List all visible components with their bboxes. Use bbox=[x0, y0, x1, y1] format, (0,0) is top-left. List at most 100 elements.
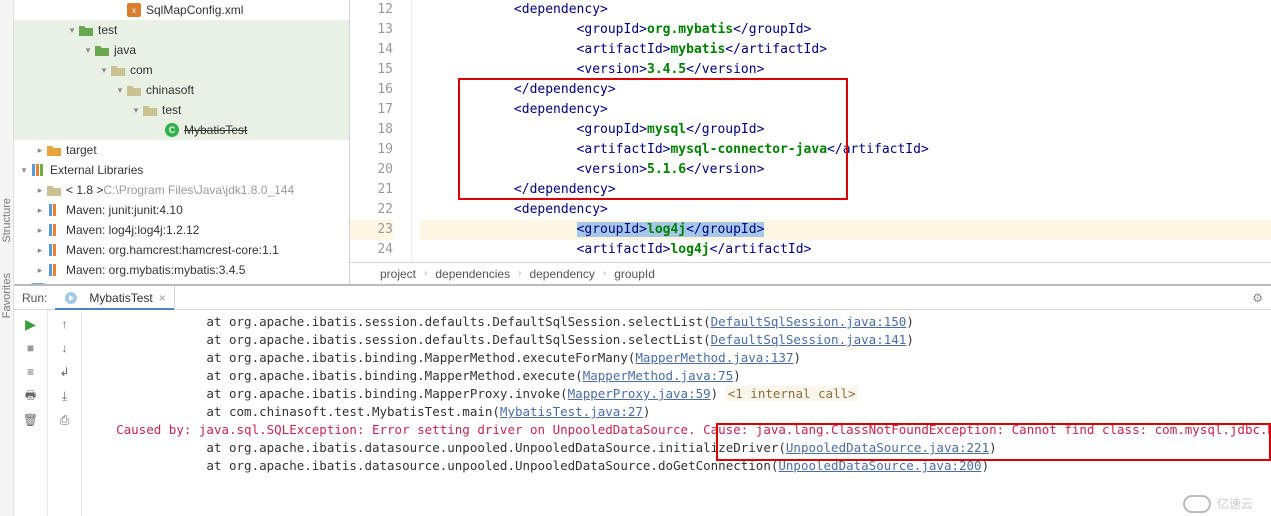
tree-label: Maven: junit:junit:4.10 bbox=[66, 203, 183, 217]
tree-label: External Libraries bbox=[50, 163, 143, 177]
code-line[interactable]: <dependency> bbox=[420, 200, 1271, 220]
folder-icon bbox=[46, 182, 62, 198]
stop-button[interactable]: ■ bbox=[21, 338, 41, 358]
tree-item[interactable]: ▸ Maven: log4j:log4j:1.2.12 bbox=[14, 220, 349, 240]
tree-item[interactable]: ▸Maven: org.mybatis:mybatis:3.4.5 bbox=[14, 260, 349, 280]
stack-link[interactable]: UnpooledDataSource.java:200 bbox=[778, 458, 981, 473]
watermark: 亿速云 bbox=[1183, 495, 1253, 513]
breadcrumb-item[interactable]: groupId bbox=[614, 267, 655, 281]
svg-text:x: x bbox=[132, 6, 136, 15]
expand-arrow-icon[interactable]: ▾ bbox=[130, 105, 142, 116]
chevron-right-icon: › bbox=[424, 268, 427, 279]
expand-arrow-icon[interactable]: ▾ bbox=[18, 165, 30, 176]
run-tab[interactable]: MybatisTest × bbox=[55, 286, 174, 309]
console-line: at org.apache.ibatis.datasource.unpooled… bbox=[86, 457, 1267, 475]
scroll-icon[interactable]: ⤓ bbox=[55, 386, 75, 406]
stack-link[interactable]: MybatisTest.java:27 bbox=[500, 404, 643, 419]
code-line[interactable]: <version>1.2.12</version> bbox=[420, 260, 1271, 262]
tree-label: Maven: log4j:log4j:1.2.12 bbox=[66, 223, 199, 237]
tree-item[interactable]: ▾ java bbox=[14, 40, 349, 60]
tree-item[interactable]: ▾ com bbox=[14, 60, 349, 80]
stack-link[interactable]: MapperMethod.java:137 bbox=[635, 350, 793, 365]
close-icon[interactable]: × bbox=[159, 291, 166, 305]
expand-arrow-icon[interactable]: ▸ bbox=[34, 205, 46, 216]
code-line[interactable]: </dependency> bbox=[420, 80, 1271, 100]
console-line: at com.chinasoft.test.MybatisTest.main(M… bbox=[86, 403, 1267, 421]
lib-icon bbox=[46, 242, 62, 258]
code-line[interactable]: <version>5.1.6</version> bbox=[420, 160, 1271, 180]
project-tree[interactable]: xSqlMapConfig.xml▾test▾java▾com▾chinasof… bbox=[14, 0, 350, 284]
folder-icon bbox=[142, 102, 158, 118]
expand-arrow-icon[interactable]: ▾ bbox=[98, 65, 110, 76]
tree-item[interactable]: ▾ test bbox=[14, 20, 349, 40]
layout-button[interactable]: ≡ bbox=[21, 362, 41, 382]
stack-link[interactable]: MapperMethod.java:75 bbox=[583, 368, 734, 383]
run-label: Run: bbox=[14, 291, 55, 305]
expand-arrow-icon[interactable]: ▾ bbox=[66, 25, 78, 36]
print-button[interactable]: 🖶 bbox=[21, 386, 41, 406]
code-line[interactable]: <groupId>log4j</groupId> bbox=[420, 220, 1271, 240]
editor-code[interactable]: <dependency> <groupId>org.mybatis</group… bbox=[412, 0, 1271, 262]
tree-item[interactable]: ▾test bbox=[14, 100, 349, 120]
code-line[interactable]: <groupId>mysql</groupId> bbox=[420, 120, 1271, 140]
console-line: at org.apache.ibatis.datasource.unpooled… bbox=[86, 439, 1267, 457]
breadcrumb-item[interactable]: project bbox=[380, 267, 416, 281]
gear-icon[interactable]: ⚙ bbox=[1252, 291, 1263, 305]
up-icon[interactable]: ↑ bbox=[55, 314, 75, 334]
folder-icon bbox=[126, 82, 142, 98]
run-config-icon bbox=[63, 290, 79, 306]
expand-arrow-icon[interactable]: ▸ bbox=[34, 225, 46, 236]
expand-arrow-icon[interactable]: ▸ bbox=[34, 245, 46, 256]
code-line[interactable]: <artifactId>log4j</artifactId> bbox=[420, 240, 1271, 260]
wrap-icon[interactable]: ↲ bbox=[55, 362, 75, 382]
console-line: at org.apache.ibatis.binding.MapperMetho… bbox=[86, 367, 1267, 385]
tree-item[interactable]: ▸target bbox=[14, 140, 349, 160]
breadcrumb-item[interactable]: dependencies bbox=[435, 267, 510, 281]
editor-gutter: 1213141516171819202122232425 bbox=[350, 0, 412, 262]
favorites-tool[interactable]: Favorites bbox=[1, 273, 13, 318]
stack-link[interactable]: MapperProxy.java:59 bbox=[568, 386, 711, 401]
code-line[interactable]: <artifactId>mysql-connector-java</artifa… bbox=[420, 140, 1271, 160]
expand-arrow-icon[interactable]: ▾ bbox=[114, 85, 126, 96]
delete-button[interactable]: 🗑 bbox=[21, 410, 41, 430]
folder-green-icon bbox=[94, 42, 110, 58]
code-line[interactable]: <version>3.4.5</version> bbox=[420, 60, 1271, 80]
tree-label: java bbox=[114, 43, 136, 57]
expand-arrow-icon[interactable]: ▾ bbox=[82, 45, 94, 56]
expand-arrow-icon[interactable]: ▸ bbox=[34, 145, 46, 156]
tree-item[interactable]: ▸< 1.8 > C:\Program Files\Java\jdk1.8.0_… bbox=[14, 180, 349, 200]
tree-label: Maven: org.hamcrest:hamcrest-core:1.1 bbox=[66, 243, 279, 257]
tree-label: com bbox=[130, 63, 153, 77]
code-line[interactable]: <groupId>org.mybatis</groupId> bbox=[420, 20, 1271, 40]
tree-item[interactable]: ▸ Maven: org.hamcrest:hamcrest-core:1.1 bbox=[14, 240, 349, 260]
code-line[interactable]: </dependency> bbox=[420, 180, 1271, 200]
structure-tool[interactable]: Structure bbox=[1, 198, 13, 243]
lib-icon bbox=[46, 222, 62, 238]
tree-item[interactable]: x SqlMapConfig.xml bbox=[14, 0, 349, 20]
expand-arrow-icon[interactable]: ▸ bbox=[34, 185, 46, 196]
tree-label: test bbox=[98, 23, 117, 37]
run-toolbar-2: ↑ ↓ ↲ ⤓ ⎙ bbox=[48, 310, 82, 516]
tree-label: chinasoft bbox=[146, 83, 194, 97]
code-line[interactable]: <artifactId>mybatis</artifactId> bbox=[420, 40, 1271, 60]
console-output[interactable]: at org.apache.ibatis.session.defaults.De… bbox=[82, 310, 1271, 516]
filter-icon[interactable]: ⎙ bbox=[55, 410, 75, 430]
tree-item[interactable]: ▾ chinasoft bbox=[14, 80, 349, 100]
stack-link[interactable]: UnpooledDataSource.java:221 bbox=[786, 440, 989, 455]
code-line[interactable]: <dependency> bbox=[420, 100, 1271, 120]
console-line: Caused by: java.sql.SQLException: Error … bbox=[86, 421, 1267, 439]
expand-arrow-icon[interactable]: ▸ bbox=[34, 265, 46, 276]
stack-link[interactable]: DefaultSqlSession.java:150 bbox=[711, 314, 907, 329]
tree-label: SqlMapConfig.xml bbox=[146, 3, 243, 17]
down-icon[interactable]: ↓ bbox=[55, 338, 75, 358]
breadcrumb[interactable]: project›dependencies›dependency›groupId bbox=[350, 262, 1271, 284]
console-line: at org.apache.ibatis.session.defaults.De… bbox=[86, 331, 1267, 349]
breadcrumb-item[interactable]: dependency bbox=[529, 267, 594, 281]
tree-item[interactable]: CMybatisTest bbox=[14, 120, 349, 140]
tree-item[interactable]: ▸ Maven: junit:junit:4.10 bbox=[14, 200, 349, 220]
rerun-button[interactable]: ▶ bbox=[21, 314, 41, 334]
stack-link[interactable]: DefaultSqlSession.java:141 bbox=[711, 332, 907, 347]
xml-icon: x bbox=[126, 2, 142, 18]
tree-item[interactable]: ▾ External Libraries bbox=[14, 160, 349, 180]
code-line[interactable]: <dependency> bbox=[420, 0, 1271, 20]
